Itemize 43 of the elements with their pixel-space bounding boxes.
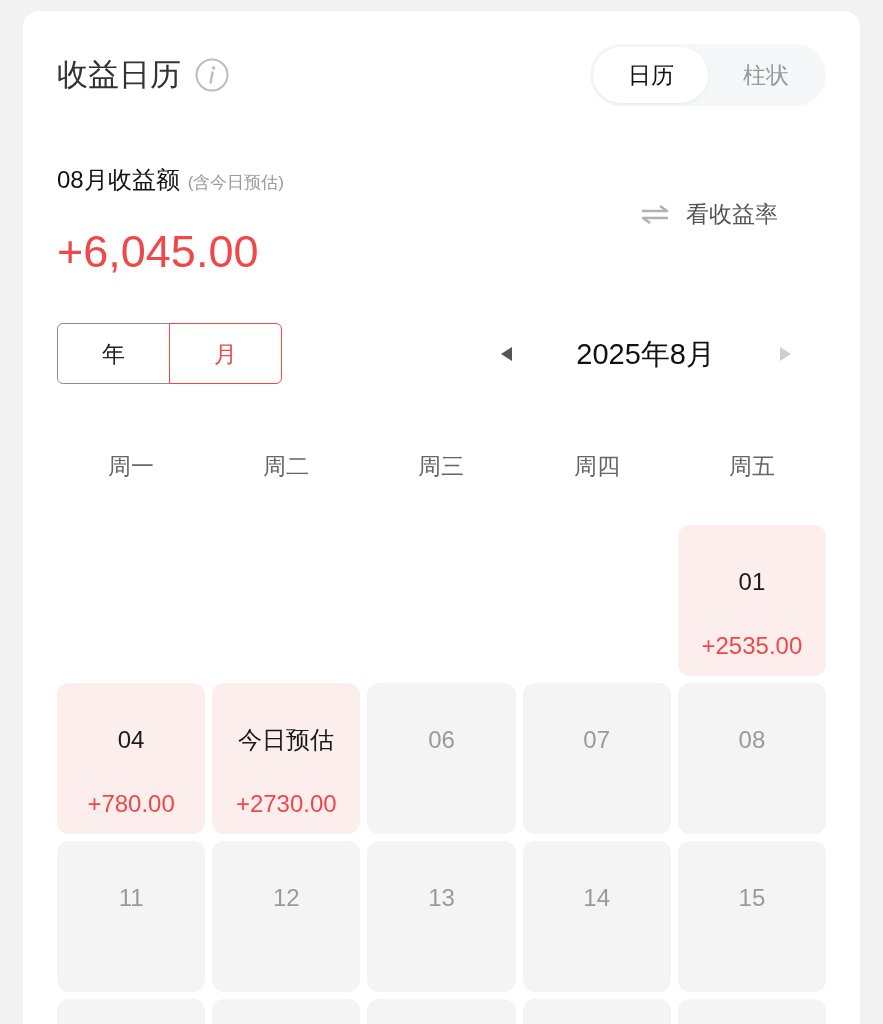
day-number: 13 <box>428 883 455 913</box>
calendar-day-cell[interactable]: 07 <box>522 683 671 834</box>
card-title: 收益日历 <box>57 56 181 94</box>
day-number: 01 <box>738 567 766 597</box>
weekday-header: 周五 <box>727 452 776 481</box>
left-triangle-icon <box>500 346 512 361</box>
day-earnings: +780.00 <box>87 789 175 819</box>
day-number: 12 <box>272 883 300 913</box>
info-icon[interactable] <box>195 58 229 92</box>
calendar-day-cell[interactable]: 13 <box>367 841 516 992</box>
calendar-day-cell[interactable]: 14 <box>522 841 671 992</box>
weekday-header: 周三 <box>417 452 466 481</box>
view-tab[interactable]: 柱状 <box>708 47 823 103</box>
day-number: 08 <box>738 725 766 755</box>
calendar-day-cell[interactable]: 04 +780.00 <box>57 683 206 834</box>
day-earnings: +2730.00 <box>235 789 337 819</box>
calendar-day-cell[interactable]: 11 <box>57 841 206 992</box>
weekday-header: 周二 <box>262 452 311 481</box>
period-mode-tab[interactable]: 月 <box>168 323 282 384</box>
weekday-header: 周四 <box>572 452 621 481</box>
day-number: 15 <box>738 883 766 913</box>
period-mode-tab[interactable]: 年 <box>57 323 170 384</box>
day-number: 04 <box>117 725 145 755</box>
day-number: 14 <box>583 883 611 913</box>
view-tab[interactable]: 日历 <box>593 47 708 103</box>
month-earnings-label: 08月收益额 <box>57 165 180 195</box>
month-earnings-amount: +6,045.00 <box>57 226 260 278</box>
calendar-day-cell[interactable]: 15 <box>677 841 826 992</box>
day-number: 今日预估 <box>238 725 335 755</box>
day-earnings: +2535.00 <box>701 631 803 661</box>
day-number: 11 <box>118 883 144 913</box>
weekday-header: 周一 <box>107 452 156 481</box>
view-yield-rate-link[interactable]: 看收益率 <box>640 197 778 231</box>
calendar-day-cell[interactable]: 12 <box>212 841 361 992</box>
day-number: 07 <box>583 725 611 755</box>
calendar-day-cell[interactable]: 01 +2535.00 <box>677 525 826 676</box>
day-number: 06 <box>428 725 455 755</box>
right-triangle-icon <box>779 346 791 361</box>
calendar-day-cell[interactable]: 08 <box>677 683 826 834</box>
calendar-day-cell[interactable]: 06 <box>367 683 516 834</box>
calendar-day-cell[interactable]: 今日预估 +2730.00 <box>212 683 361 834</box>
estimate-note: (含今日预估) <box>187 172 285 194</box>
current-month-label: 2025年8月 <box>576 336 715 372</box>
